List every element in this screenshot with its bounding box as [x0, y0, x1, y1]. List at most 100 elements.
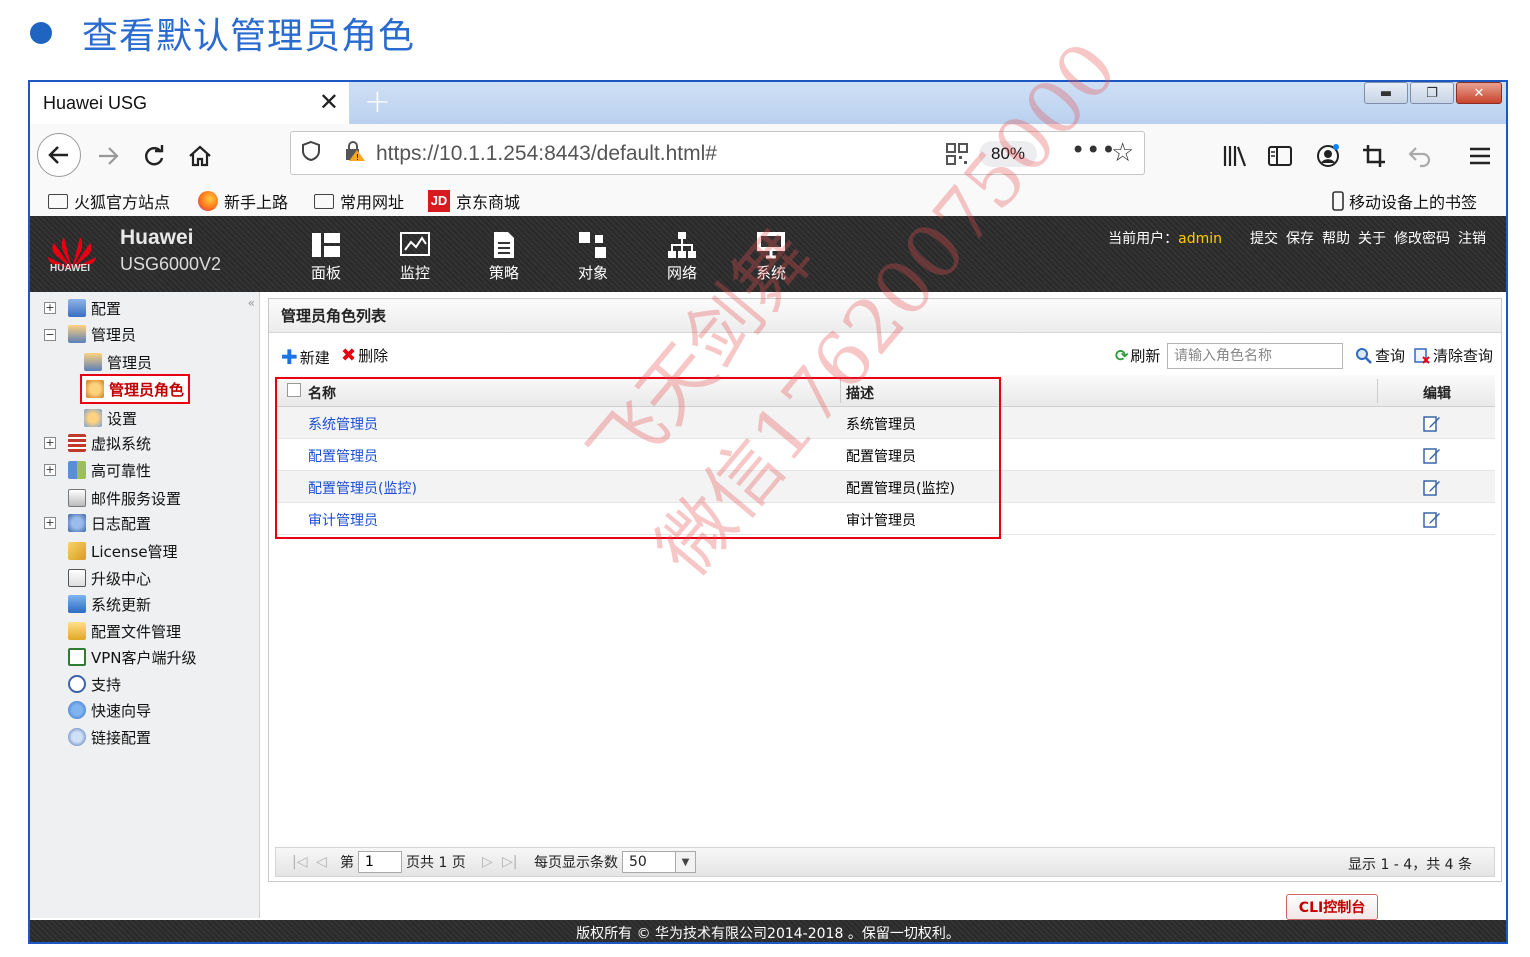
- cli-console-button[interactable]: CLI控制台: [1286, 894, 1378, 920]
- home-button[interactable]: [180, 136, 220, 176]
- bookmark-item[interactable]: 新手上路: [198, 186, 288, 216]
- menu-object[interactable]: 对象: [563, 230, 623, 283]
- sidebar-item-admin-role[interactable]: 管理员角色: [80, 374, 191, 404]
- page-number-input[interactable]: [358, 851, 402, 873]
- menu-dashboard[interactable]: 面板: [296, 230, 356, 283]
- edit-icon[interactable]: [1423, 478, 1441, 500]
- menu-system[interactable]: 系统: [741, 230, 801, 283]
- expand-icon[interactable]: +: [44, 437, 56, 449]
- bookmark-item[interactable]: JD 京东商城: [428, 186, 520, 216]
- sidebar-item-upgrade-center[interactable]: 升级中心: [68, 566, 151, 590]
- sidebar-item-admin[interactable]: 管理员: [68, 322, 136, 346]
- menu-label: 系统: [755, 264, 786, 282]
- sidebar-item-link-config[interactable]: 链接配置: [68, 725, 151, 749]
- sidebar-item-support[interactable]: 支持: [68, 672, 121, 696]
- logout-link[interactable]: 注销: [1458, 228, 1486, 248]
- sidebar-toggle-icon[interactable]: [1260, 136, 1300, 176]
- object-blocks-icon: [563, 230, 623, 260]
- edit-icon[interactable]: [1423, 414, 1441, 436]
- url-text[interactable]: https://10.1.1.254:8443/default.html#: [376, 142, 717, 166]
- expand-icon[interactable]: +: [44, 302, 56, 314]
- clear-query-label: 清除查询: [1433, 347, 1494, 365]
- library-icon[interactable]: [1215, 136, 1255, 176]
- tab-close-icon[interactable]: ✕: [319, 89, 339, 115]
- shield-icon[interactable]: [301, 140, 321, 167]
- mobile-bookmarks[interactable]: 移动设备上的书签: [1332, 186, 1477, 216]
- upgrade-center-icon: [68, 569, 86, 587]
- license-icon: [68, 542, 86, 560]
- header-links: 当前用户：admin 提交 保存 帮助 关于 修改密码 注销: [1108, 228, 1486, 248]
- sidebar-item-administrator[interactable]: 管理员: [84, 350, 152, 374]
- delete-label: 删除: [358, 347, 389, 365]
- edit-icon[interactable]: [1423, 510, 1441, 532]
- window-close-button[interactable]: ✕: [1456, 82, 1502, 104]
- save-link[interactable]: 保存: [1286, 228, 1314, 248]
- sidebar-item-config-file[interactable]: 配置文件管理: [68, 619, 181, 643]
- menu-monitor[interactable]: 监控: [385, 230, 445, 283]
- collapse-icon[interactable]: −: [44, 329, 56, 341]
- help-link[interactable]: 帮助: [1322, 228, 1350, 248]
- address-bar[interactable]: ! https://10.1.1.254:8443/default.html# …: [290, 131, 1145, 175]
- more-actions-icon[interactable]: •••: [1071, 136, 1116, 164]
- sidebar-item-system-update[interactable]: 系统更新: [68, 592, 151, 616]
- sidebar-item-virtual-system[interactable]: 虚拟系统: [68, 431, 151, 455]
- menu-label: 对象: [577, 264, 608, 282]
- sidebar-item-label: 系统更新: [91, 595, 152, 614]
- account-icon[interactable]: [1308, 136, 1348, 176]
- undo-icon[interactable]: [1400, 136, 1440, 176]
- sidebar-item-log-config[interactable]: 日志配置: [68, 511, 151, 535]
- first-page-icon[interactable]: |◁: [292, 854, 307, 870]
- bookmark-item[interactable]: 火狐官方站点: [48, 186, 170, 216]
- menu-policy[interactable]: 策略: [474, 230, 534, 283]
- change-password-link[interactable]: 修改密码: [1394, 228, 1450, 248]
- sidebar-item-label: 高可靠性: [91, 461, 152, 480]
- clear-search-icon: [1414, 347, 1430, 364]
- prev-page-icon[interactable]: ◁: [316, 854, 327, 870]
- sidebar-item-high-availability[interactable]: 高可靠性: [68, 458, 151, 482]
- clear-query-button[interactable]: 清除查询: [1413, 345, 1493, 366]
- reload-button[interactable]: [134, 136, 174, 176]
- new-tab-button[interactable]: +: [364, 84, 391, 118]
- delete-button[interactable]: ✖ 删除: [341, 345, 388, 366]
- menu-label: 网络: [666, 264, 697, 282]
- sidebar-item-label: 设置: [107, 409, 138, 428]
- virtual-system-icon: [68, 434, 86, 452]
- query-button[interactable]: 查询: [1355, 345, 1405, 366]
- next-page-icon[interactable]: ▷: [482, 854, 493, 870]
- hamburger-menu-icon[interactable]: [1460, 136, 1500, 176]
- sidebar-item-license[interactable]: License管理: [68, 539, 178, 563]
- sidebar-item-label: 支持: [91, 675, 122, 694]
- qr-code-icon[interactable]: [946, 143, 968, 170]
- expand-icon[interactable]: +: [44, 464, 56, 476]
- minimize-button[interactable]: ▬: [1364, 82, 1408, 104]
- crop-screenshot-icon[interactable]: [1354, 136, 1394, 176]
- restore-button[interactable]: ❐: [1410, 82, 1454, 104]
- commit-link[interactable]: 提交: [1250, 228, 1278, 248]
- refresh-button[interactable]: ⟳ 刷新: [1115, 345, 1160, 366]
- expand-icon[interactable]: +: [44, 517, 56, 529]
- bookmark-item[interactable]: 常用网址: [314, 186, 404, 216]
- per-page-select[interactable]: 50 ▼: [622, 851, 696, 873]
- menu-network[interactable]: 网络: [652, 230, 712, 283]
- sidebar-item-config[interactable]: 配置: [68, 296, 121, 320]
- bookmark-star-icon[interactable]: ☆: [1111, 138, 1134, 168]
- bookmark-label: 常用网址: [340, 193, 405, 212]
- sidebar-item-vpn-client[interactable]: VPN客户端升级: [68, 645, 197, 669]
- forward-button[interactable]: [88, 136, 128, 176]
- edit-icon[interactable]: [1423, 446, 1441, 468]
- per-page-value: 50: [629, 854, 647, 870]
- role-name-search-input[interactable]: [1167, 343, 1343, 369]
- collapse-sidebar-icon[interactable]: «: [248, 296, 255, 310]
- column-divider: [1377, 379, 1378, 403]
- insecure-lock-icon[interactable]: !: [343, 140, 367, 167]
- zoom-indicator[interactable]: 80%: [979, 141, 1037, 167]
- last-page-icon[interactable]: ▷|: [502, 854, 517, 870]
- sidebar-item-settings[interactable]: 设置: [84, 406, 137, 430]
- refresh-label: 刷新: [1130, 347, 1161, 365]
- sidebar-item-mail-settings[interactable]: 邮件服务设置: [68, 486, 181, 510]
- about-link[interactable]: 关于: [1358, 228, 1386, 248]
- new-button[interactable]: ✚ 新建: [281, 345, 330, 369]
- browser-tab[interactable]: Huawei USG ✕: [30, 82, 350, 124]
- sidebar-item-quick-wizard[interactable]: 快速向导: [68, 698, 151, 722]
- back-button[interactable]: [37, 133, 81, 177]
